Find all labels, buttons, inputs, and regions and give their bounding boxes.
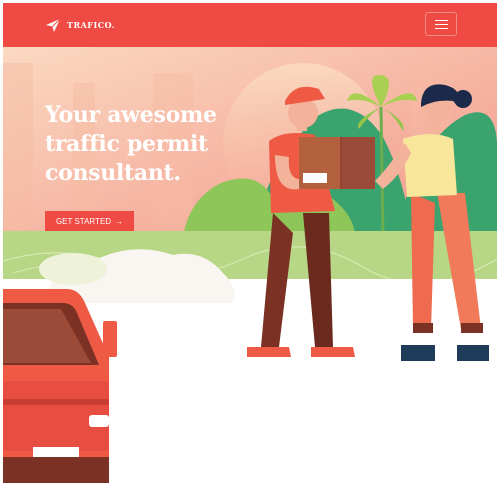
hamburger-menu-icon xyxy=(435,20,448,21)
brand-logo[interactable]: TRAFICO. xyxy=(45,17,115,33)
brand-name: TRAFICO. xyxy=(67,20,115,30)
hero-text-block: Your awesome traffic permit consultant. xyxy=(45,101,245,188)
paper-plane-icon xyxy=(46,18,61,32)
arrow-right-icon: → xyxy=(115,216,124,226)
menu-toggle-button[interactable] xyxy=(425,12,457,36)
get-started-button[interactable]: GET STARTED → xyxy=(45,211,134,231)
package-box xyxy=(299,137,375,189)
navbar: TRAFICO. xyxy=(3,3,497,47)
page: TRAFICO. Your awesome traffic permit con… xyxy=(3,3,497,497)
hero-title: Your awesome traffic permit consultant. xyxy=(45,102,217,186)
get-started-label: GET STARTED xyxy=(55,216,112,226)
